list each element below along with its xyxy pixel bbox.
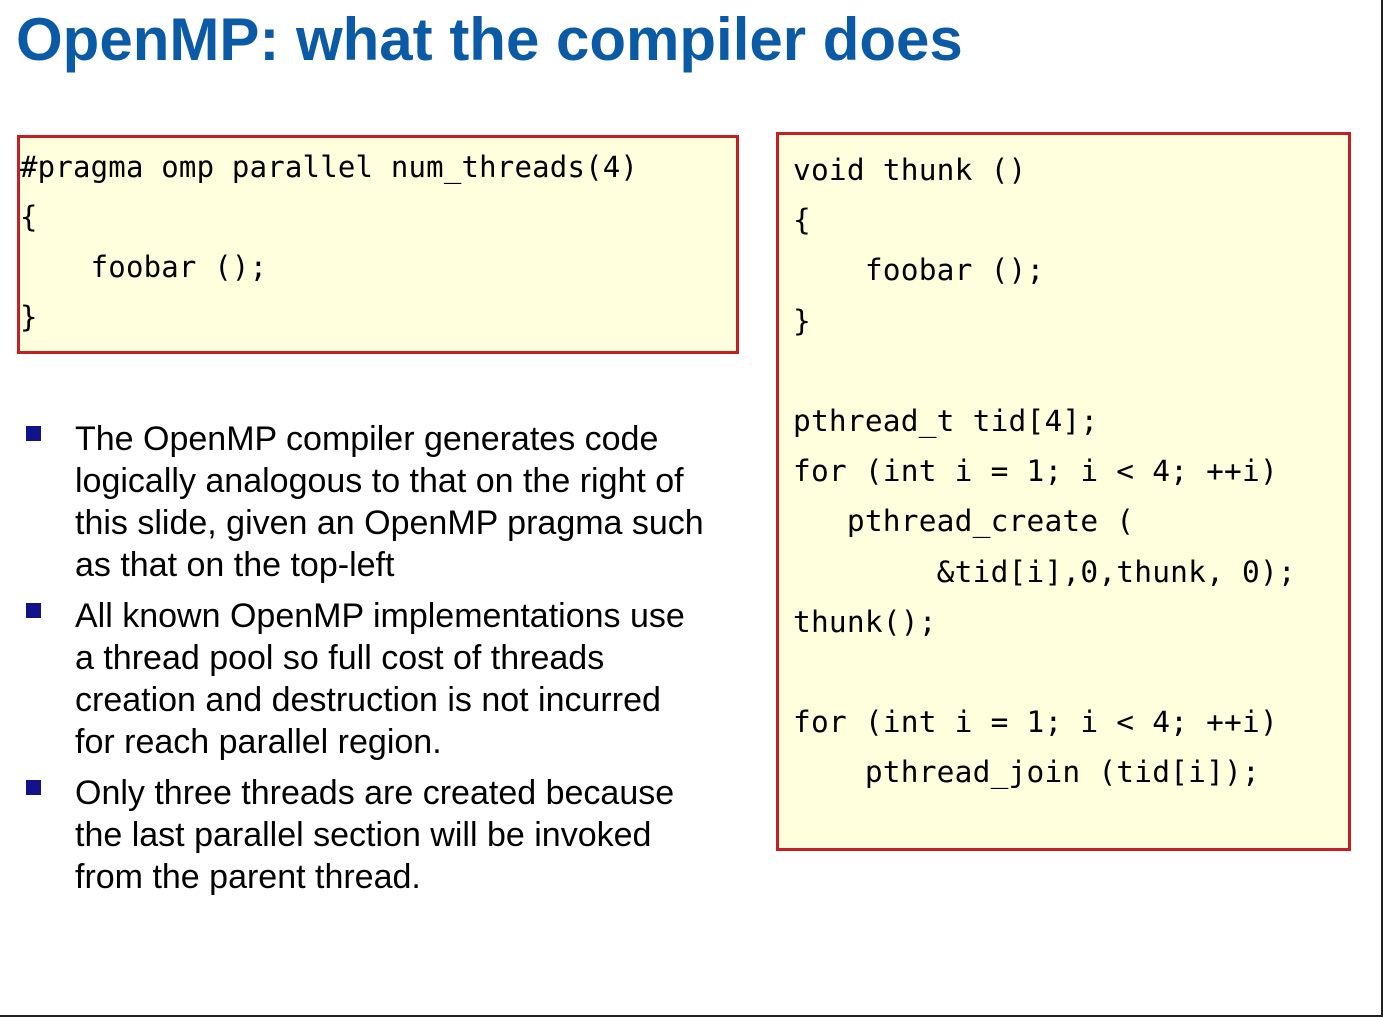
bullet-list: The OpenMP compiler generates code logic… [24,418,704,907]
code-line: #pragma omp parallel num_threads(4) [20,150,639,184]
bullet-text: Only three threads are created because t… [75,774,675,896]
square-bullet-icon [26,603,41,618]
code-line: pthread_join (tid[i]); [793,755,1260,790]
code-line: &tid[i],0,thunk, 0); [793,554,1296,589]
thunk-code-box: void thunk () { foobar ();} pthread_t tid[… [776,132,1351,851]
square-bullet-icon [26,426,41,441]
code-line: thunk(); [793,604,937,639]
code-line: for (int i = 1; i < 4; ++i) [793,705,1278,740]
slide-title: OpenMP: what the compiler does [16,6,963,73]
code-line: { [793,203,811,238]
bullet-text: The OpenMP compiler generates code logic… [75,420,704,584]
code-line: pthread_create ( [793,504,1135,539]
code-line: { [20,200,38,234]
code-line: void thunk () [793,153,1027,187]
pragma-code-box: #pragma omp parallel num_threads(4) { foo… [17,135,739,354]
bullet-item: All known OpenMP implementations use a t… [24,595,704,763]
code-line: foobar (); [20,250,268,284]
code-line: } [20,300,38,334]
bullet-text: All known OpenMP implementations use a t… [75,597,685,761]
code-line: for (int i = 1; i < 4; ++i) [793,454,1278,489]
code-line: foobar (); [793,253,1045,288]
square-bullet-icon [26,780,41,795]
code-line: pthread_t tid[4]; [793,403,1099,438]
code-line: } [793,303,811,338]
bullet-item: The OpenMP compiler generates code logic… [24,418,704,586]
bullet-item: Only three threads are created because t… [24,772,704,898]
